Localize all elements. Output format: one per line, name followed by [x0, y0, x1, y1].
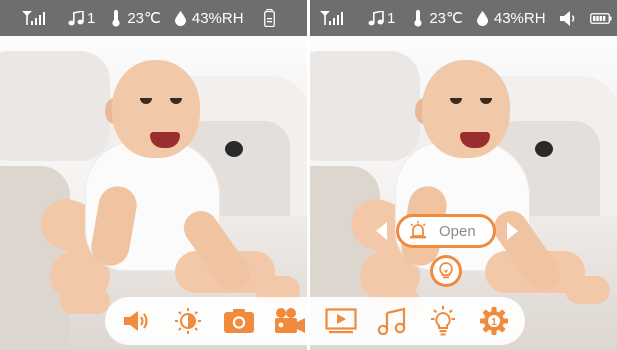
- temperature-status: 23℃: [413, 9, 463, 27]
- thermometer-icon: [414, 9, 422, 27]
- music-count: 1: [87, 9, 96, 27]
- control-toolbar: 1: [105, 297, 525, 345]
- music-status: 1: [68, 10, 95, 27]
- signal-strength-icon: [320, 10, 344, 26]
- signal-strength-icon: [22, 10, 46, 26]
- water-drop-icon: [174, 10, 186, 26]
- humidity-status: 43%RH: [476, 9, 546, 27]
- snapshot-button[interactable]: [221, 303, 257, 339]
- record-button[interactable]: [272, 303, 308, 339]
- battery-full-icon: [589, 12, 612, 24]
- status-bar-right: 1 23℃ 43%RH: [310, 0, 617, 36]
- night-light-button[interactable]: [430, 255, 462, 287]
- speaker-icon: [559, 10, 576, 26]
- water-drop-icon: [476, 10, 488, 26]
- humidity-value: 43%RH: [191, 9, 244, 27]
- alarm-bell-icon: [407, 221, 429, 241]
- camera-icon: [223, 309, 254, 333]
- temperature-status: 23℃: [111, 9, 161, 27]
- music-note-icon: [68, 10, 84, 25]
- gear-icon: 1: [479, 307, 508, 335]
- popup-prev-arrow[interactable]: [376, 222, 387, 240]
- brightness-button[interactable]: [170, 303, 206, 339]
- music-note-icon: [377, 307, 405, 335]
- humidity-status: 43%RH: [174, 9, 244, 27]
- temperature-value: 23℃: [127, 10, 161, 27]
- music-note-icon: [368, 10, 384, 25]
- volume-button[interactable]: [119, 303, 155, 339]
- camera-battery-icon: [263, 9, 275, 27]
- temperature-value: 23℃: [429, 10, 463, 27]
- baby-monitor-screen: 1 23℃ 43%RH 1 23℃ 43%RH Open 1: [0, 0, 617, 350]
- settings-button[interactable]: 1: [476, 303, 512, 339]
- night-light-icon: [433, 258, 459, 284]
- lullaby-button[interactable]: [374, 303, 410, 339]
- music-count: 1: [387, 9, 396, 27]
- playback-icon: [324, 308, 357, 334]
- settings-badge: 1: [491, 317, 497, 328]
- light-bulb-icon: [430, 306, 455, 336]
- brightness-icon: [174, 308, 201, 334]
- night-light-toggle-button[interactable]: [425, 303, 461, 339]
- alarm-open-button[interactable]: Open: [396, 214, 496, 248]
- video-record-icon: [274, 308, 305, 333]
- playback-button[interactable]: [323, 303, 359, 339]
- music-status: 1: [368, 10, 395, 27]
- humidity-value: 43%RH: [493, 9, 546, 27]
- popup-next-arrow[interactable]: [507, 222, 518, 240]
- speaker-volume-icon: [123, 311, 148, 331]
- status-bar-left: 1 23℃ 43%RH: [0, 0, 307, 36]
- thermometer-icon: [112, 9, 120, 27]
- alarm-open-label: Open: [439, 222, 476, 240]
